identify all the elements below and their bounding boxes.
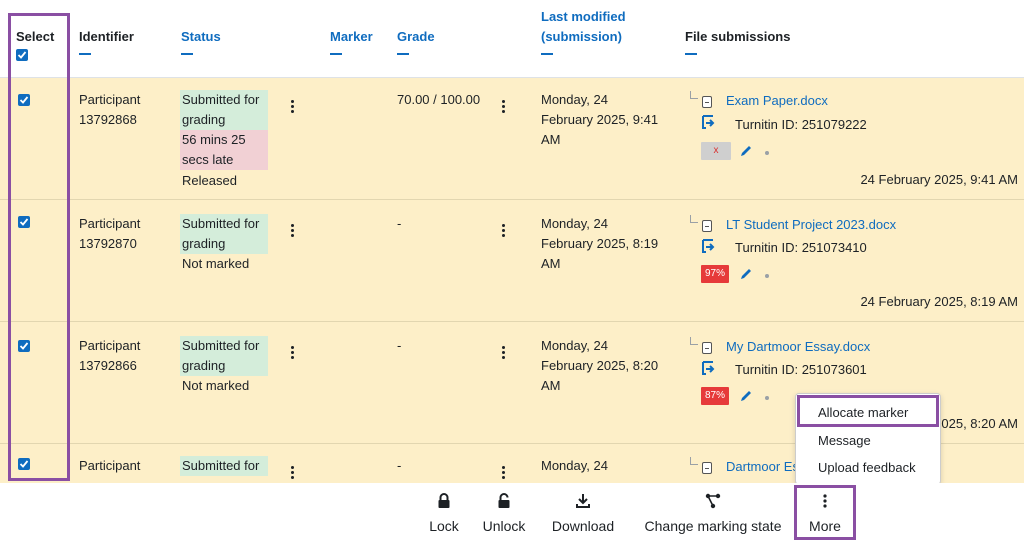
status-submitted: Submitted for grading <box>180 336 268 376</box>
bulk-actions-bar: Lock Unlock Download Change marking stat… <box>0 483 1024 543</box>
table-row: Participant 13792870 Submitted for gradi… <box>0 200 1024 322</box>
document-icon <box>702 462 712 474</box>
more-button-highlight <box>794 485 856 540</box>
status-dot <box>765 151 769 155</box>
file-link[interactable]: My Dartmoor Essay.docx <box>726 337 870 357</box>
pencil-icon[interactable] <box>739 144 753 158</box>
similarity-score[interactable]: 97% <box>701 265 730 283</box>
table-row: Participant 13792868 Submitted for gradi… <box>0 78 1024 200</box>
last-modified-date: Monday, 24 February 2025, 8:20 AM <box>541 338 659 393</box>
status-submitted: Submitted for grading <box>180 90 268 130</box>
lock-icon <box>424 493 464 515</box>
status-dot <box>765 396 769 400</box>
grade-actions-kebab-icon[interactable] <box>502 100 506 115</box>
workflow-icon <box>638 493 788 515</box>
tree-connector <box>690 215 698 223</box>
participant-identifier: Participant <box>79 458 141 473</box>
similarity-score[interactable]: 87% <box>701 387 730 405</box>
grade-value: - <box>397 338 402 353</box>
submission-date: 24 February 2025, 9:41 AM <box>860 172 1018 187</box>
tree-connector <box>690 337 698 345</box>
turnitin-icon <box>701 360 715 381</box>
sort-dash-icon <box>685 53 697 55</box>
participant-identifier: Participant 13792870 <box>79 216 141 251</box>
file-link[interactable]: Exam Paper.docx <box>726 91 828 111</box>
more-actions-menu: Allocate marker Message Upload feedback <box>795 393 941 485</box>
turnitin-id: Turnitin ID: 251073601 <box>735 362 867 377</box>
select-column-highlight <box>8 13 70 481</box>
participant-identifier: Participant 13792866 <box>79 338 141 373</box>
submission-date: 24 February 2025, 8:19 AM <box>860 294 1018 309</box>
pencil-icon[interactable] <box>739 267 753 281</box>
status-column-header[interactable]: Status <box>181 27 221 55</box>
document-icon <box>702 96 712 108</box>
file-submissions-column-header: File submissions <box>685 27 790 55</box>
unlock-button[interactable]: Unlock <box>479 483 529 535</box>
menu-item-message[interactable]: Message <box>818 432 871 450</box>
status-submitted: Submitted for grading <box>180 214 268 254</box>
participant-identifier: Participant 13792868 <box>79 92 141 127</box>
grade-value: - <box>397 216 402 231</box>
submission-date: 025, 8:20 AM <box>941 416 1018 431</box>
lock-button[interactable]: Lock <box>424 483 464 535</box>
sort-dash-icon <box>181 53 193 55</box>
file-link[interactable]: Dartmoor Es <box>726 457 799 477</box>
grade-actions-kebab-icon[interactable] <box>502 466 506 481</box>
grade-actions-kebab-icon[interactable] <box>502 346 506 361</box>
unlock-icon <box>479 493 529 515</box>
grade-value: 70.00 / 100.00 <box>397 92 481 107</box>
status-not-marked: Not marked <box>182 256 250 271</box>
download-icon <box>545 493 621 515</box>
status-late: 56 mins 25 secs late <box>180 130 268 170</box>
document-icon <box>702 342 712 354</box>
marker-column-header[interactable]: Marker <box>330 27 373 55</box>
tree-connector <box>690 457 698 465</box>
tree-connector <box>690 91 698 99</box>
grade-column-header[interactable]: Grade <box>397 27 435 55</box>
sort-dash-icon <box>397 53 409 55</box>
last-modified-date: Monday, 24 February 2025, 9:41 AM <box>541 92 659 147</box>
file-link[interactable]: LT Student Project 2023.docx <box>726 215 896 235</box>
turnitin-icon <box>701 238 715 259</box>
document-icon <box>702 220 712 232</box>
status-submitted: Submitted for <box>180 456 268 476</box>
download-button[interactable]: Download <box>545 483 621 535</box>
identifier-column-header[interactable]: Identifier <box>79 27 134 55</box>
status-actions-kebab-icon[interactable] <box>291 346 295 361</box>
turnitin-id: Turnitin ID: 251073410 <box>735 240 867 255</box>
change-marking-state-button[interactable]: Change marking state <box>638 483 788 535</box>
menu-item-upload-feedback[interactable]: Upload feedback <box>818 459 916 477</box>
turnitin-id: Turnitin ID: 251079222 <box>735 117 867 132</box>
pencil-icon[interactable] <box>739 389 753 403</box>
grade-actions-kebab-icon[interactable] <box>502 224 506 239</box>
similarity-score[interactable]: x <box>701 142 731 160</box>
status-actions-kebab-icon[interactable] <box>291 100 295 115</box>
last-modified-date: Monday, 24 February 2025, 8:19 AM <box>541 216 659 271</box>
turnitin-icon <box>701 114 715 135</box>
table-header: Select Identifier Status Marker Grade La… <box>0 0 1024 78</box>
sort-dash-icon <box>541 53 553 55</box>
last-modified-date: Monday, 24 <box>541 458 608 473</box>
status-actions-kebab-icon[interactable] <box>291 224 295 239</box>
grade-value: - <box>397 458 402 473</box>
menu-item-allocate-marker[interactable]: Allocate marker <box>818 404 908 422</box>
sort-dash-icon <box>79 53 91 55</box>
last-modified-column-header[interactable]: Last modified (submission) <box>541 7 626 55</box>
status-not-marked: Not marked <box>182 378 250 393</box>
status-dot <box>765 274 769 278</box>
status-actions-kebab-icon[interactable] <box>291 466 295 481</box>
sort-dash-icon <box>330 53 342 55</box>
status-released: Released <box>182 173 237 188</box>
